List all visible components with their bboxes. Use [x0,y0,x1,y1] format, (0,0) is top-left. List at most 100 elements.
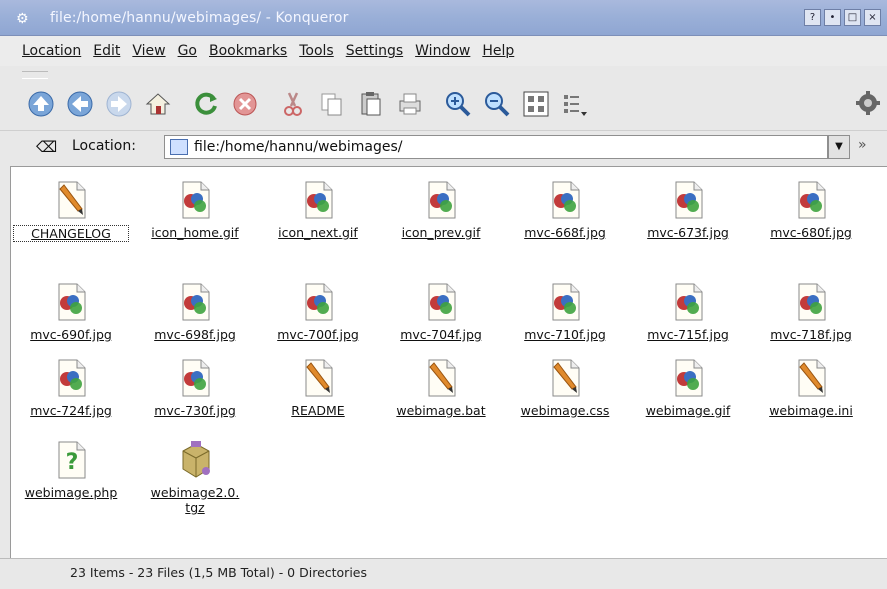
up-arrow-icon[interactable] [26,89,56,119]
image-file-icon [671,357,705,397]
file-item[interactable]: README [260,357,376,418]
reload-icon[interactable] [191,89,221,119]
text-file-icon [424,357,458,397]
location-input[interactable]: file:/home/hannu/webimages/ [164,135,828,159]
menu-window[interactable]: Window [415,43,470,59]
menu-bar: Location Edit View Go Bookmarks Tools Se… [0,36,887,66]
file-item[interactable]: mvc-690f.jpg [13,281,129,342]
image-file-icon [794,281,828,321]
file-name: webimage.php [24,485,118,500]
icon-view-icon[interactable] [521,89,551,119]
location-dropdown-button[interactable]: ▼ [828,135,850,159]
konqueror-icon[interactable]: ⚙ [16,11,29,27]
file-name: mvc-668f.jpg [524,225,606,240]
file-name: mvc-673f.jpg [647,225,729,240]
file-name: mvc-724f.jpg [30,403,112,418]
status-bar: 23 Items - 23 Files (1,5 MB Total) - 0 D… [0,558,887,589]
php-file-icon: ? [54,439,88,479]
file-name: mvc-718f.jpg [770,327,852,342]
file-item[interactable]: mvc-698f.jpg [137,281,253,342]
archive-file-icon [178,439,212,479]
location-value: file:/home/hannu/webimages/ [194,139,403,155]
file-name: webimage.css [520,403,610,418]
text-file-icon [548,357,582,397]
file-name: icon_prev.gif [401,225,481,240]
file-item[interactable]: mvc-715f.jpg [630,281,746,342]
menu-edit[interactable]: Edit [93,43,120,59]
file-name: mvc-698f.jpg [154,327,236,342]
menu-settings[interactable]: Settings [346,43,403,59]
menu-go[interactable]: Go [178,43,197,59]
file-item[interactable]: webimage.gif [630,357,746,418]
cut-icon[interactable] [278,89,308,119]
list-view-icon[interactable] [560,89,590,119]
menu-tools[interactable]: Tools [299,43,334,59]
toolbar-overflow-button[interactable]: » [858,137,867,153]
menu-view[interactable]: View [132,43,165,59]
file-item[interactable]: mvc-673f.jpg [630,179,746,240]
image-file-icon [424,179,458,219]
file-item[interactable]: icon_next.gif [260,179,376,240]
help-button[interactable]: ? [804,9,821,26]
file-name: mvc-715f.jpg [647,327,729,342]
file-item[interactable]: webimage.bat [383,357,499,418]
image-file-icon [671,179,705,219]
copy-icon[interactable] [317,89,347,119]
file-item[interactable]: mvc-704f.jpg [383,281,499,342]
svg-text:?: ? [66,450,79,475]
paste-icon[interactable] [356,89,386,119]
file-item[interactable]: mvc-710f.jpg [507,281,623,342]
window-controls: ? • □ × [804,9,881,26]
file-name: icon_next.gif [278,225,358,240]
print-icon[interactable] [395,89,425,119]
file-item[interactable]: mvc-718f.jpg [753,281,869,342]
file-item[interactable]: webimage.ini [753,357,869,418]
file-item[interactable]: webimage.css [507,357,623,418]
image-file-icon [794,179,828,219]
stop-icon[interactable] [230,89,260,119]
image-file-icon [548,179,582,219]
folder-url-icon [170,139,188,155]
image-file-icon [54,357,88,397]
text-file-icon [301,357,335,397]
file-item[interactable]: mvc-680f.jpg [753,179,869,240]
file-name: README [291,403,345,418]
file-name: mvc-700f.jpg [277,327,359,342]
file-item[interactable]: mvc-730f.jpg [137,357,253,418]
file-item[interactable]: icon_prev.gif [383,179,499,240]
menu-location[interactable]: Location [22,43,81,59]
file-name: webimage.gif [645,403,731,418]
back-arrow-icon[interactable] [65,89,95,119]
zoom-out-icon[interactable] [482,89,512,119]
file-item[interactable]: ? webimage.php [13,439,129,500]
file-item[interactable]: mvc-700f.jpg [260,281,376,342]
file-name: mvc-690f.jpg [30,327,112,342]
file-item[interactable]: icon_home.gif [137,179,253,240]
home-icon[interactable] [143,89,173,119]
zoom-in-icon[interactable] [443,89,473,119]
throbber-gear-icon[interactable] [855,90,881,116]
file-name: CHANGELOG [13,225,129,242]
file-name: webimage.bat [396,403,486,418]
menu-help[interactable]: Help [482,43,514,59]
image-file-icon [424,281,458,321]
location-label: Location: [72,138,136,154]
clear-location-icon[interactable]: ⌫ [36,138,57,156]
text-file-icon [794,357,828,397]
file-item[interactable]: mvc-724f.jpg [13,357,129,418]
minimize-button[interactable]: • [824,9,841,26]
file-item[interactable]: CHANGELOG [13,179,129,242]
image-file-icon [54,281,88,321]
file-item[interactable]: mvc-668f.jpg [507,179,623,240]
file-icon-view[interactable]: CHANGELOG icon_home.gif icon_next.gif icon_… [10,166,887,559]
file-item[interactable]: webimage2.0.tgz [137,439,253,515]
file-name: mvc-710f.jpg [524,327,606,342]
window-title: file:/home/hannu/webimages/ - Konqueror [50,10,349,26]
file-name: webimage2.0.tgz [150,485,240,515]
menu-bookmarks[interactable]: Bookmarks [209,43,287,59]
toolbar-handle[interactable] [22,71,48,79]
title-bar: ⚙ file:/home/hannu/webimages/ - Konquero… [0,0,887,36]
close-button[interactable]: × [864,9,881,26]
maximize-button[interactable]: □ [844,9,861,26]
forward-arrow-icon[interactable] [104,89,134,119]
